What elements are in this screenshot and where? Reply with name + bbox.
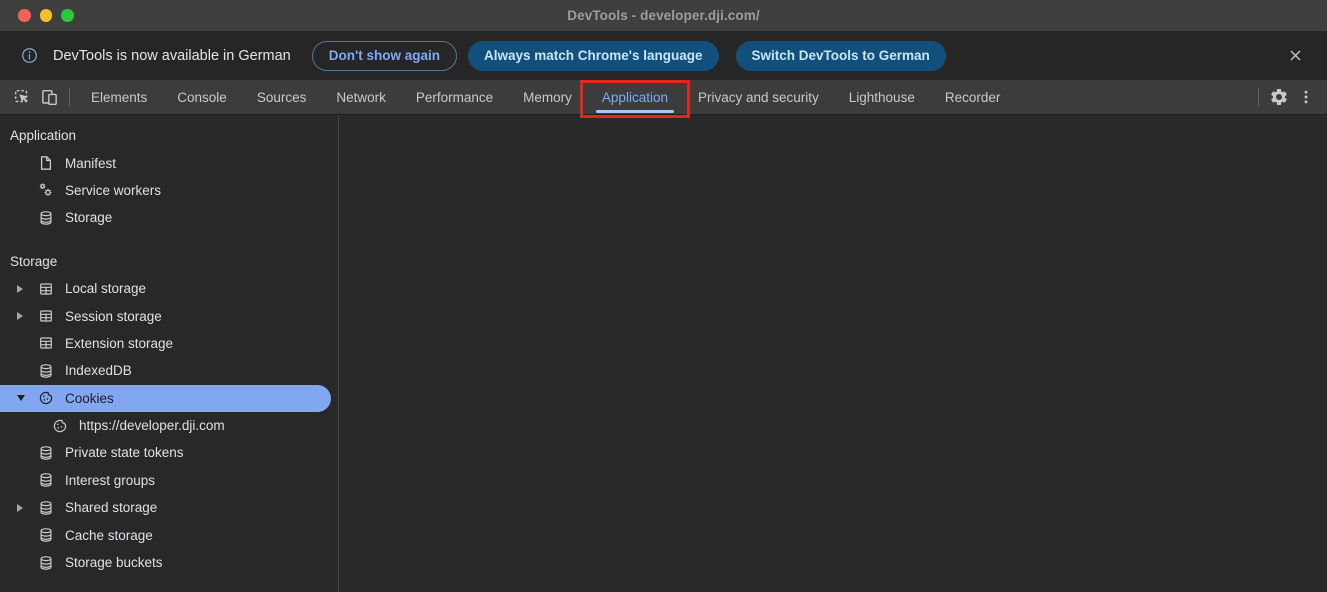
database-icon bbox=[38, 527, 54, 543]
sidebar-item-label: Interest groups bbox=[65, 473, 155, 488]
sidebar-item-interest-groups[interactable]: Interest groups bbox=[0, 467, 338, 494]
disclosure-twisty bbox=[17, 312, 38, 320]
panel-tabs: Elements Console Sources Network Performance… bbox=[76, 80, 1015, 114]
tab-label: Lighthouse bbox=[849, 90, 915, 105]
tab-lighthouse[interactable]: Lighthouse bbox=[834, 80, 930, 114]
disclosure-twisty bbox=[17, 395, 38, 401]
devtools-window: DevTools - developer.dji.com/ DevTools i… bbox=[0, 0, 1327, 592]
tab-label: Network bbox=[336, 90, 386, 105]
database-icon bbox=[38, 555, 54, 571]
sidebar-item-https-developer-dji-com[interactable]: https://developer.dji.com bbox=[0, 412, 338, 439]
close-button[interactable] bbox=[18, 9, 31, 22]
infobar-message: DevTools is now available in German bbox=[53, 48, 291, 64]
chevron-right-icon[interactable] bbox=[17, 285, 23, 293]
database-icon bbox=[38, 500, 54, 516]
info-icon bbox=[21, 47, 38, 64]
tab-elements[interactable]: Elements bbox=[76, 80, 162, 114]
traffic-lights bbox=[18, 0, 74, 31]
document-icon bbox=[38, 155, 54, 171]
tab-label: Performance bbox=[416, 90, 493, 105]
sidebar-item-extension-storage[interactable]: Extension storage bbox=[0, 330, 338, 357]
sidebar-item-shared-storage[interactable]: Shared storage bbox=[0, 494, 338, 521]
minimize-button[interactable] bbox=[40, 9, 53, 22]
tab-sources[interactable]: Sources bbox=[242, 80, 322, 114]
settings-icon[interactable] bbox=[1265, 84, 1292, 111]
sidebar-item-label: Storage buckets bbox=[65, 555, 163, 570]
chevron-down-icon[interactable] bbox=[17, 395, 25, 401]
sidebar-item-cache-storage[interactable]: Cache storage bbox=[0, 521, 338, 548]
sidebar-item-label: Session storage bbox=[65, 309, 162, 324]
sidebar-item-label: Extension storage bbox=[65, 336, 173, 351]
table-icon bbox=[38, 308, 54, 324]
sidebar-section-storage: Storage Local storage Session storage Ex… bbox=[0, 248, 338, 577]
devtools-content: Application Manifest Service workers Sto… bbox=[0, 115, 1327, 592]
tab-network[interactable]: Network bbox=[321, 80, 401, 114]
toolbar-divider bbox=[69, 88, 70, 106]
database-icon bbox=[38, 472, 54, 488]
sidebar-item-label: Local storage bbox=[65, 281, 146, 296]
tab-recorder[interactable]: Recorder bbox=[930, 80, 1016, 114]
sidebar-item-label: Cookies bbox=[65, 391, 114, 406]
window-title: DevTools - developer.dji.com/ bbox=[567, 8, 759, 23]
tab-label: Console bbox=[177, 90, 227, 105]
cookie-icon bbox=[38, 390, 54, 406]
tab-memory[interactable]: Memory bbox=[508, 80, 587, 114]
sidebar-item-label: Private state tokens bbox=[65, 445, 184, 460]
sidebar-item-label: IndexedDB bbox=[65, 363, 132, 378]
application-sidebar: Application Manifest Service workers Sto… bbox=[0, 115, 339, 592]
zoom-button[interactable] bbox=[61, 9, 74, 22]
more-options-icon[interactable] bbox=[1292, 84, 1319, 111]
sidebar-item-label: Manifest bbox=[65, 156, 116, 171]
table-icon bbox=[38, 335, 54, 351]
tab-performance[interactable]: Performance bbox=[401, 80, 508, 114]
tab-application[interactable]: Application bbox=[587, 80, 683, 114]
chevron-right-icon[interactable] bbox=[17, 504, 23, 512]
devtools-toolbar: Elements Console Sources Network Performance… bbox=[0, 80, 1327, 115]
tab-label: Sources bbox=[257, 90, 307, 105]
disclosure-twisty bbox=[17, 285, 38, 293]
chevron-right-icon[interactable] bbox=[17, 312, 23, 320]
tab-label: Recorder bbox=[945, 90, 1001, 105]
sidebar-item-service-workers[interactable]: Service workers bbox=[0, 177, 338, 204]
sidebar-item-label: Cache storage bbox=[65, 528, 153, 543]
tab-label: Memory bbox=[523, 90, 572, 105]
disclosure-twisty bbox=[17, 504, 38, 512]
sidebar-item-label: Service workers bbox=[65, 183, 161, 198]
table-icon bbox=[38, 281, 54, 297]
sidebar-item-storage[interactable]: Storage bbox=[0, 204, 338, 231]
sidebar-item-label: Storage bbox=[65, 210, 112, 225]
sidebar-item-session-storage[interactable]: Session storage bbox=[0, 302, 338, 329]
always-match-chrome-s-language-button[interactable]: Always match Chrome's language bbox=[468, 41, 719, 71]
tab-label: Privacy and security bbox=[698, 90, 819, 105]
tab-console[interactable]: Console bbox=[162, 80, 242, 114]
device-toolbar-icon[interactable] bbox=[36, 84, 63, 111]
inspect-icon[interactable] bbox=[9, 84, 36, 111]
sidebar-section-header-application: Application bbox=[0, 122, 338, 149]
sidebar-item-label: https://developer.dji.com bbox=[79, 418, 225, 433]
sidebar-item-private-state-tokens[interactable]: Private state tokens bbox=[0, 439, 338, 466]
gears-icon bbox=[38, 182, 54, 198]
toolbar-divider bbox=[1258, 88, 1259, 106]
sidebar-item-indexeddb[interactable]: IndexedDB bbox=[0, 357, 338, 384]
sidebar-section-header-storage: Storage bbox=[0, 248, 338, 275]
don-t-show-again-button[interactable]: Don't show again bbox=[312, 41, 457, 71]
infobar: DevTools is now available in German Don'… bbox=[0, 31, 1327, 80]
sidebar-section-application: Application Manifest Service workers Sto… bbox=[0, 122, 338, 232]
switch-devtools-to-german-button[interactable]: Switch DevTools to German bbox=[736, 41, 946, 71]
infobar-close-icon[interactable] bbox=[1286, 47, 1304, 65]
tab-label: Elements bbox=[91, 90, 147, 105]
database-icon bbox=[38, 445, 54, 461]
tab-label: Application bbox=[602, 90, 668, 105]
cookie-icon bbox=[52, 418, 68, 434]
sidebar-item-manifest[interactable]: Manifest bbox=[0, 149, 338, 176]
tab-privacy-and-security[interactable]: Privacy and security bbox=[683, 80, 834, 114]
sidebar-item-cookies[interactable]: Cookies bbox=[0, 385, 331, 412]
application-panel-content bbox=[339, 115, 1327, 592]
sidebar-item-local-storage[interactable]: Local storage bbox=[0, 275, 338, 302]
database-icon bbox=[38, 363, 54, 379]
titlebar: DevTools - developer.dji.com/ bbox=[0, 0, 1327, 31]
sidebar-item-label: Shared storage bbox=[65, 500, 157, 515]
sidebar-item-storage-buckets[interactable]: Storage buckets bbox=[0, 549, 338, 576]
database-icon bbox=[38, 210, 54, 226]
